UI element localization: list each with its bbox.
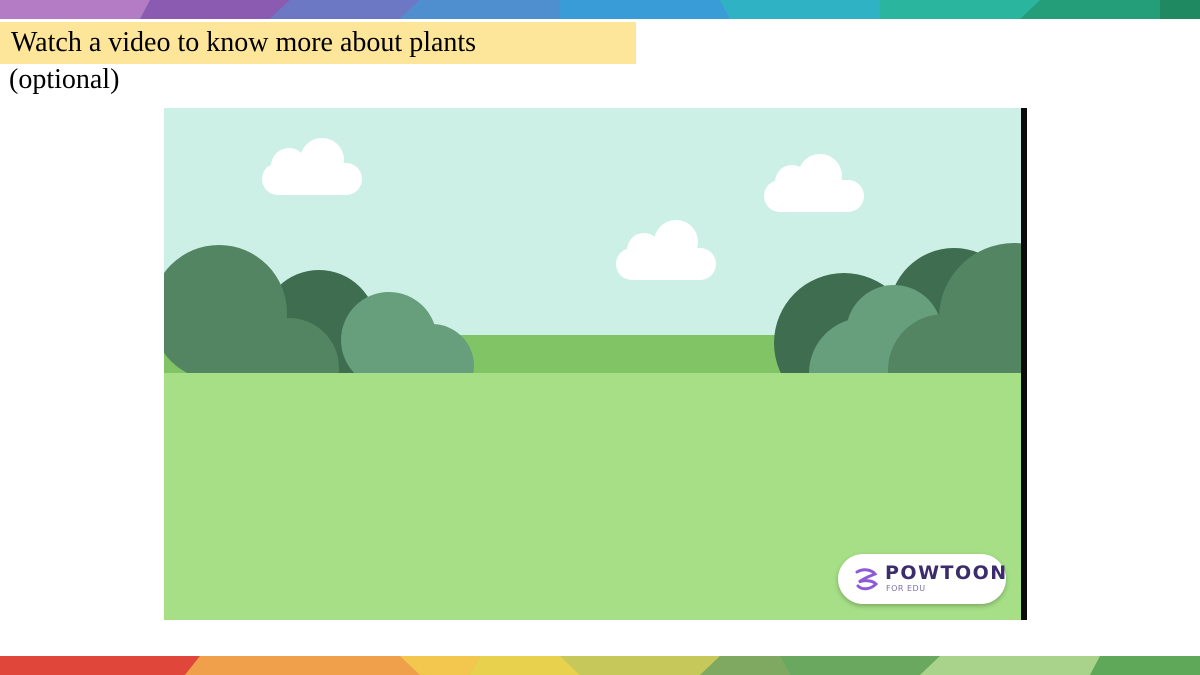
video-edge <box>1021 108 1027 620</box>
powtoon-badge: POWTOON FOR EDU <box>838 554 1006 604</box>
page-subtitle: (optional) <box>9 64 120 95</box>
bottom-decor-band <box>0 656 1200 675</box>
top-decor-band <box>0 0 1200 19</box>
video-player[interactable]: POWTOON FOR EDU <box>164 108 1027 620</box>
page-title: Watch a video to know more about plants <box>11 27 477 58</box>
badge-brand-sub: FOR EDU <box>886 584 926 593</box>
badge-brand-name: POWTOON <box>885 562 1008 584</box>
powtoon-logo-icon <box>855 568 879 591</box>
video-thumbnail-scene <box>164 108 1027 620</box>
